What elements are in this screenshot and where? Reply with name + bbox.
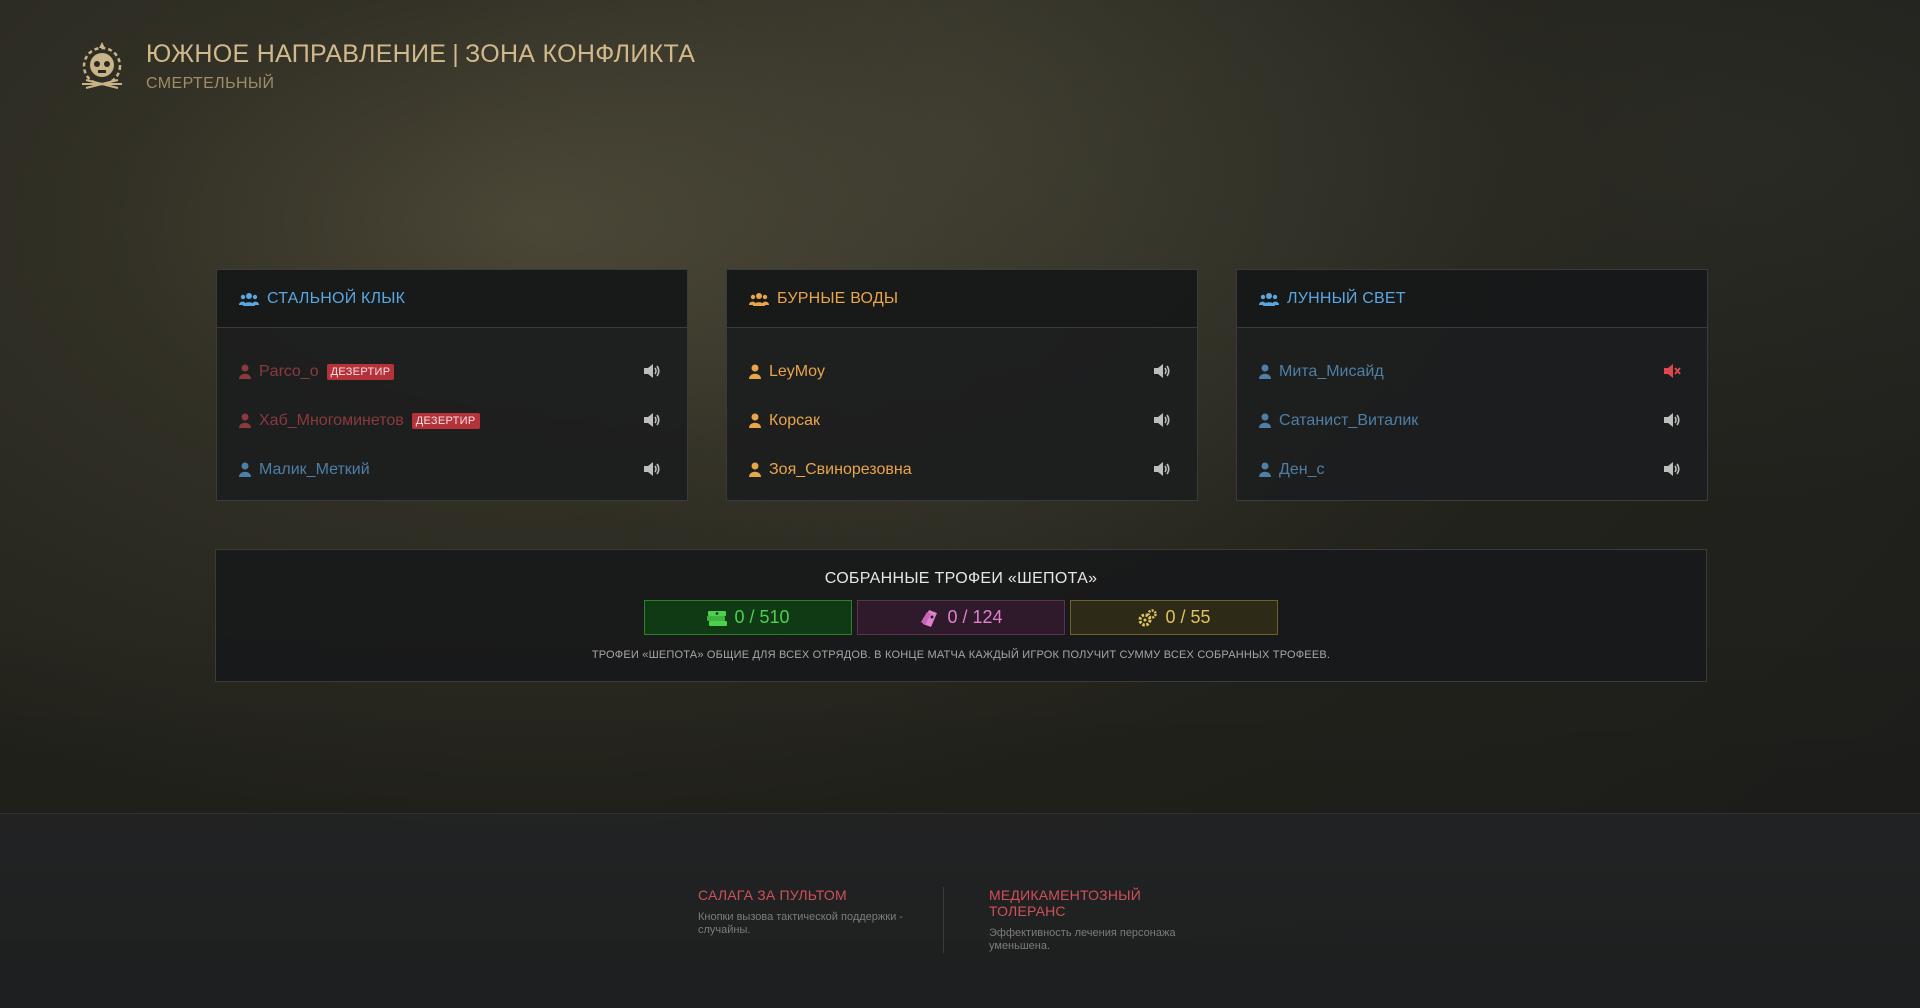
group-icon [1259, 292, 1279, 306]
trophy-meter-cash: 0 / 510 [644, 600, 852, 635]
squad-name: БУРНЫЕ ВОДЫ [777, 289, 899, 307]
squad-header: БУРНЫЕ ВОДЫ [727, 270, 1197, 328]
gears-icon [1138, 608, 1158, 626]
player-icon [1259, 364, 1271, 379]
member-name: LeyMoy [769, 362, 826, 380]
deserter-badge: ДЕЗЕРТИР [326, 363, 395, 380]
player-icon [1259, 413, 1271, 428]
member-name: Корсак [769, 411, 821, 429]
player-icon [239, 413, 251, 428]
member-name: Ден_с [1279, 460, 1325, 478]
mission-header: ЮЖНОЕ НАПРАВЛЕНИЕ | ЗОНА КОНФЛИКТА СМЕРТЕЛ… [72, 36, 695, 96]
squad-name: СТАЛЬНОЙ КЛЫК [267, 289, 406, 307]
squad-header: СТАЛЬНОЙ КЛЫК [217, 270, 687, 328]
modifier-description: Кнопки вызова тактической поддержки - сл… [698, 911, 903, 936]
modifier-title: САЛАГА ЗА ПУЛЬТОМ [698, 887, 847, 903]
modifier-item: МЕДИКАМЕНТОЗНЫЙ ТОЛЕРАНС Эффективность л… [943, 887, 1203, 953]
member-name: Parco_o [259, 362, 319, 380]
cash-stack-icon [707, 610, 728, 626]
title-separator: | [452, 39, 460, 68]
difficulty-label: СМЕРТЕЛЬНЫЙ [146, 74, 275, 92]
modifier-description: Эффективность лечения персонажа уменьшен… [989, 927, 1176, 952]
member-name: Мита_Мисайд [1279, 362, 1384, 380]
squad-member-row[interactable]: Хаб_Многоминетов ДЕЗЕРТИР [217, 396, 687, 445]
speaker-icon[interactable] [1153, 461, 1171, 477]
trophy-cash-value: 0 / 510 [734, 607, 790, 627]
modifiers-footer: САЛАГА ЗА ПУЛЬТОМ Кнопки вызова тактичес… [0, 813, 1920, 1008]
squad-header: ЛУННЫЙ СВЕТ [1237, 270, 1707, 328]
member-name: Сатанист_Виталик [1279, 411, 1419, 429]
trophies-panel: СОБРАННЫЕ ТРОФЕИ «ШЕПОТА» 0 / 510 0 / 12… [215, 549, 1707, 682]
squad-member-row[interactable]: Мита_Мисайд [1237, 347, 1707, 396]
squad-member-row[interactable]: Parco_o ДЕЗЕРТИР [217, 347, 687, 396]
group-icon [749, 292, 769, 306]
speaker-icon[interactable] [1153, 363, 1171, 379]
player-icon [1259, 462, 1271, 477]
modifier-item: САЛАГА ЗА ПУЛЬТОМ Кнопки вызова тактичес… [698, 887, 943, 953]
squad-name: ЛУННЫЙ СВЕТ [1287, 289, 1406, 307]
player-icon [239, 364, 251, 379]
speaker-muted-icon[interactable] [1663, 363, 1681, 379]
squad-card: БУРНЫЕ ВОДЫ LeyMoy Корсак Зоя_Свинорезов… [726, 269, 1198, 501]
trophies-note: ТРОФЕИ «ШЕПОТА» ОБЩИЕ ДЛЯ ВСЕХ ОТРЯДОВ. … [591, 649, 1331, 661]
trophies-title: СОБРАННЫЕ ТРОФЕИ «ШЕПОТА» [824, 570, 1098, 587]
squad-member-row[interactable]: Ден_с [1237, 445, 1707, 494]
trophy-meter-tickets: 0 / 124 [857, 600, 1065, 635]
modifier-title: МЕДИКАМЕНТОЗНЫЙ ТОЛЕРАНС [989, 887, 1141, 919]
tickets-icon [921, 609, 938, 627]
player-icon [749, 413, 761, 428]
member-name: Малик_Меткий [259, 460, 370, 478]
squad-member-row[interactable]: Зоя_Свинорезовна [727, 445, 1197, 494]
player-icon [239, 462, 251, 477]
player-icon [749, 364, 761, 379]
squad-card: ЛУННЫЙ СВЕТ Мита_Мисайд Сатанист_Виталик… [1236, 269, 1708, 501]
member-name: Зоя_Свинорезовна [769, 460, 912, 478]
mission-title: ЮЖНОЕ НАПРАВЛЕНИЕ | ЗОНА КОНФЛИКТА [146, 40, 695, 69]
squads-panel: СТАЛЬНОЙ КЛЫК Parco_o ДЕЗЕРТИР Хаб_Много… [216, 269, 1708, 501]
trophy-gears-value: 0 / 55 [1165, 607, 1211, 627]
deserter-badge: ДЕЗЕРТИР [411, 412, 480, 429]
speaker-icon[interactable] [643, 461, 661, 477]
squad-member-row[interactable]: Корсак [727, 396, 1197, 445]
speaker-icon[interactable] [1153, 412, 1171, 428]
trophy-meter-gears: 0 / 55 [1070, 600, 1278, 635]
mission-title-mode: ЗОНА КОНФЛИКТА [465, 39, 696, 68]
player-icon [749, 462, 761, 477]
squad-member-row[interactable]: Сатанист_Виталик [1237, 396, 1707, 445]
speaker-icon[interactable] [643, 412, 661, 428]
trophy-meters: 0 / 510 0 / 124 0 / 55 [216, 600, 1706, 635]
squad-member-row[interactable]: LeyMoy [727, 347, 1197, 396]
trophy-tickets-value: 0 / 124 [947, 607, 1003, 627]
skull-gear-emblem-icon [82, 42, 122, 89]
speaker-icon[interactable] [643, 363, 661, 379]
speaker-icon[interactable] [1663, 461, 1681, 477]
group-icon [239, 292, 259, 306]
modifiers-list: САЛАГА ЗА ПУЛЬТОМ Кнопки вызова тактичес… [698, 887, 1203, 953]
speaker-icon[interactable] [1663, 412, 1681, 428]
squad-member-row[interactable]: Малик_Меткий [217, 445, 687, 494]
member-name: Хаб_Многоминетов [259, 411, 404, 429]
squad-card: СТАЛЬНОЙ КЛЫК Parco_o ДЕЗЕРТИР Хаб_Много… [216, 269, 688, 501]
mission-title-location: ЮЖНОЕ НАПРАВЛЕНИЕ [146, 39, 447, 68]
